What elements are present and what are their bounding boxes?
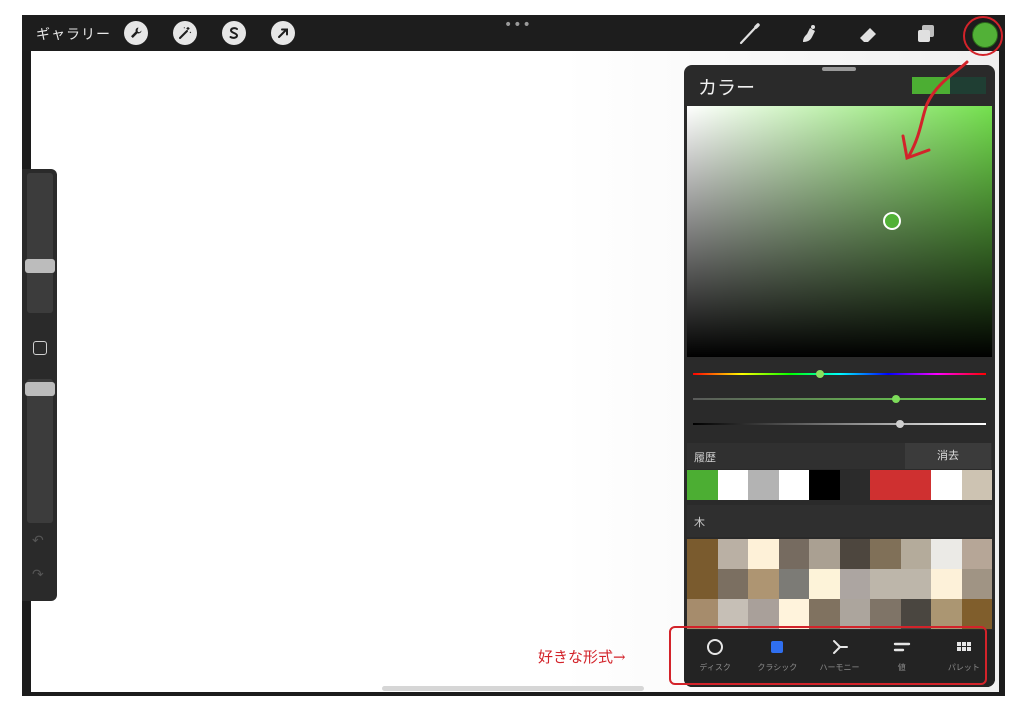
undo-icon[interactable]: ↶ — [32, 533, 44, 549]
history-swatch[interactable] — [961, 470, 992, 500]
layers-icon[interactable] — [913, 21, 939, 47]
brightness-slider[interactable] — [693, 420, 986, 428]
palette-swatch[interactable] — [839, 599, 870, 629]
palette-swatch[interactable] — [748, 569, 779, 599]
palette-swatch[interactable] — [809, 539, 840, 569]
palette-header: 木 — [687, 505, 992, 537]
palette-swatch[interactable] — [870, 599, 901, 629]
history-swatch[interactable] — [687, 470, 718, 500]
brightness-knob[interactable] — [896, 420, 904, 428]
redo-icon[interactable]: ↷ — [32, 567, 44, 583]
history-swatch[interactable] — [717, 470, 748, 500]
history-header: 履歴 消去 — [687, 443, 992, 469]
panel-grabber[interactable] — [822, 67, 856, 71]
clear-history-button[interactable]: 消去 — [905, 443, 991, 469]
history-swatch[interactable] — [839, 470, 870, 500]
palette-swatch[interactable] — [717, 599, 748, 629]
saturation-knob[interactable] — [892, 395, 900, 403]
palette-swatch[interactable] — [900, 539, 931, 569]
palette-swatch[interactable] — [778, 569, 809, 599]
eraser-icon[interactable] — [855, 21, 881, 47]
history-swatch[interactable] — [778, 470, 809, 500]
annotation-arrow-icon — [901, 60, 969, 161]
history-swatch[interactable] — [748, 470, 779, 500]
gallery-button[interactable]: ギャラリー — [36, 24, 111, 44]
palette-swatch[interactable] — [687, 599, 718, 629]
app-window: ギャラリー ••• ↶ ↷ カラー 履歴 消去 木 ディスク クラシック ハーモ… — [22, 15, 1005, 696]
annotation-circle — [963, 16, 1003, 56]
home-indicator — [382, 686, 644, 691]
palette-swatch[interactable] — [931, 599, 962, 629]
palette-swatch[interactable] — [870, 569, 901, 599]
wrench-icon[interactable] — [124, 21, 148, 45]
palette-swatch[interactable] — [687, 539, 718, 569]
color-picker-cursor[interactable] — [883, 212, 901, 230]
more-options-button[interactable]: ••• — [504, 17, 532, 33]
modify-button[interactable] — [33, 341, 47, 355]
annotation-text: 好きな形式→ — [538, 648, 626, 666]
annotation-box — [669, 626, 987, 685]
transform-arrow-icon[interactable] — [271, 21, 295, 45]
palette-swatch[interactable] — [717, 539, 748, 569]
panel-title: カラー — [698, 77, 756, 99]
palette-swatch[interactable] — [717, 569, 748, 599]
palette-swatch[interactable] — [839, 539, 870, 569]
opacity-slider[interactable] — [27, 379, 53, 523]
palette-swatch[interactable] — [839, 569, 870, 599]
palette-swatch[interactable] — [900, 599, 931, 629]
brush-size-thumb[interactable] — [25, 259, 55, 273]
palette-swatch[interactable] — [931, 569, 962, 599]
brush-icon[interactable] — [737, 21, 763, 47]
hue-knob[interactable] — [816, 370, 824, 378]
palette-label: 木 — [694, 516, 705, 529]
palette-swatch[interactable] — [778, 539, 809, 569]
palette-swatch[interactable] — [687, 569, 718, 599]
palette-swatch[interactable] — [961, 569, 992, 599]
palette-swatch[interactable] — [900, 569, 931, 599]
history-swatch[interactable] — [931, 470, 962, 500]
opacity-thumb[interactable] — [25, 382, 55, 396]
palette-swatch[interactable] — [778, 599, 809, 629]
selection-icon[interactable] — [222, 21, 246, 45]
palette-swatch[interactable] — [870, 539, 901, 569]
history-swatch[interactable] — [900, 470, 931, 500]
palette-swatch[interactable] — [748, 539, 779, 569]
history-swatch[interactable] — [809, 470, 840, 500]
magic-wand-icon[interactable] — [173, 21, 197, 45]
palette-swatches — [687, 539, 992, 629]
palette-swatch[interactable] — [931, 539, 962, 569]
history-label: 履歴 — [694, 451, 716, 464]
palette-swatch[interactable] — [961, 599, 992, 629]
brush-size-slider[interactable] — [27, 173, 53, 313]
hue-slider[interactable] — [693, 370, 986, 378]
saturation-slider[interactable] — [693, 395, 986, 403]
palette-swatch[interactable] — [809, 569, 840, 599]
top-toolbar: ギャラリー ••• — [22, 15, 1005, 51]
history-swatch[interactable] — [870, 470, 901, 500]
palette-swatch[interactable] — [961, 539, 992, 569]
smudge-icon[interactable] — [796, 21, 822, 47]
left-sidebar: ↶ ↷ — [22, 169, 57, 601]
palette-swatch[interactable] — [809, 599, 840, 629]
palette-swatch[interactable] — [748, 599, 779, 629]
history-swatches — [687, 470, 992, 500]
